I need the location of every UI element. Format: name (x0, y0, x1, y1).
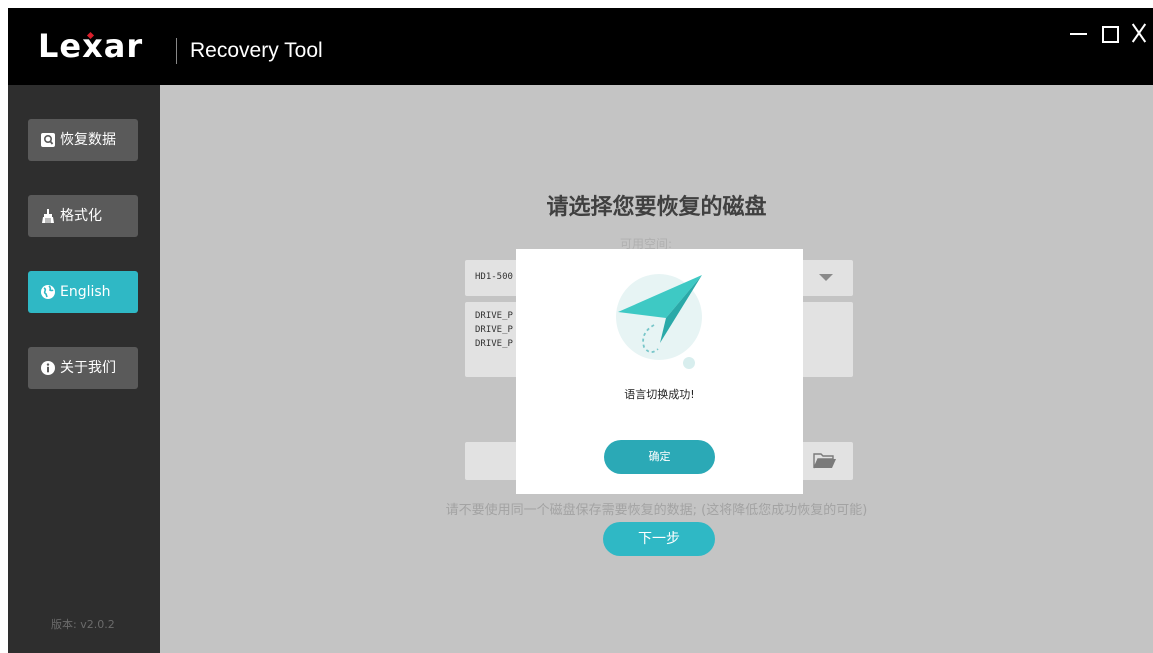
app-title: Recovery Tool (190, 39, 323, 62)
disk-select-value: HD1-500 (475, 272, 513, 282)
minimize-icon[interactable] (1068, 22, 1090, 44)
list-item[interactable]: DRIVE_P (475, 338, 513, 350)
info-icon (41, 361, 55, 375)
sidebar-item-label: 关于我们 (60, 360, 116, 376)
close-icon[interactable] (1128, 22, 1150, 44)
recover-icon (41, 133, 55, 147)
title-bar: Lex ar Recovery Tool (8, 8, 1153, 85)
sidebar-item-about[interactable]: 关于我们 (28, 347, 138, 389)
confirm-button[interactable]: 确定 (604, 440, 715, 474)
lexar-logo: Lex ar (38, 27, 144, 65)
sidebar-item-label: 格式化 (60, 208, 102, 224)
dialog-message: 语言切换成功! (624, 388, 695, 401)
paper-plane-icon (616, 274, 702, 369)
list-item[interactable]: DRIVE_P (475, 310, 513, 322)
hint-text: 请不要使用同一个磁盘保存需要恢复的数据; (这将降低您成功恢复的可能) (445, 503, 868, 518)
next-button[interactable]: 下一步 (603, 522, 715, 556)
sidebar-item-english[interactable]: English (28, 271, 138, 313)
sidebar-item-format[interactable]: 格式化 (28, 195, 138, 237)
sidebar-item-label: 恢复数据 (60, 132, 116, 148)
version-label: 版本: v2.0.2 (51, 618, 115, 631)
page-title: 请选择您要恢复的磁盘 (546, 195, 767, 220)
broom-icon (42, 209, 54, 223)
success-dialog: 语言切换成功! 确定 (516, 249, 803, 494)
sidebar: 恢复数据 格式化 English 关于我们 版本: v2.0.2 (8, 85, 160, 653)
maximize-icon[interactable] (1099, 22, 1121, 44)
list-item[interactable]: DRIVE_P (475, 324, 513, 336)
sidebar-item-label: English (60, 284, 111, 300)
chevron-down-icon[interactable] (819, 274, 833, 281)
title-divider (176, 38, 177, 64)
globe-icon (41, 285, 55, 299)
folder-open-icon[interactable] (813, 452, 837, 470)
sidebar-item-recover[interactable]: 恢复数据 (28, 119, 138, 161)
